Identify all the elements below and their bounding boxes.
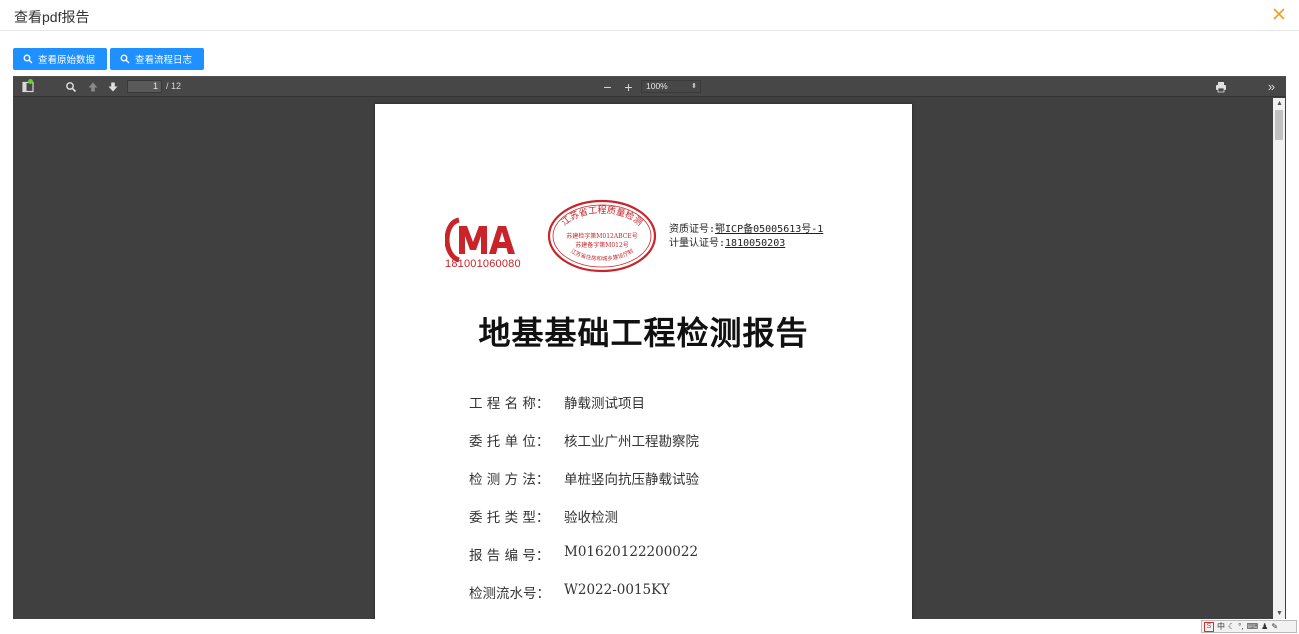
field-row: 报 告 编 号： M01620122200022 [469,544,699,582]
qualification-label: 资质证号: [669,224,716,235]
zoom-value: 100% [646,81,668,91]
field-row: 委 托 单 位： 核工业广州工程勘察院 [469,430,699,468]
scroll-up-icon[interactable]: ▲ [1276,100,1283,107]
pdf-viewer: 1 / 12 − + 100% ⬍ » 181001060080 江苏省工程质量… [13,76,1286,619]
ime-language[interactable]: 中 [1217,621,1225,632]
scroll-down-icon[interactable]: ▼ [1276,610,1283,617]
notification-dot [28,79,33,84]
field-label: 检 测 方 法： [469,472,550,488]
search-icon [120,54,130,64]
field-value: 核工业广州工程勘察院 [564,434,699,450]
page-number-input[interactable]: 1 [127,80,162,93]
report-title: 地基基础工程检测报告 [478,314,809,352]
field-label: 报 告 编 号： [469,548,550,564]
zoom-select[interactable]: 100% ⬍ [641,80,701,93]
report-fields: 工 程 名 称： 静载测试项目 委 托 单 位： 核工业广州工程勘察院 检 测 方 … [469,392,699,619]
moon-icon[interactable]: ☾ [1228,622,1235,631]
dialog-header: 查看pdf报告 [0,0,1299,31]
dialog-title: 查看pdf报告 [14,9,90,25]
metrology-label: 计量认证号: [669,238,726,249]
field-value: M01620122200022 [564,544,699,560]
field-value: 单桩竖向抗压静载试验 [564,472,699,488]
inspection-seal: 江苏省工程质量检测 苏建检字第M012ABCE号 苏建备字第M012号 江苏省住… [547,199,657,273]
zoom-out-button[interactable]: − [601,79,614,95]
qualification-info: 资质证号:鄂ICP备05005613号-1 计量认证号:1810050203 [669,223,823,251]
view-flow-log-button[interactable]: 查看流程日志 [110,48,204,70]
next-page-icon[interactable] [106,80,119,93]
user-icon[interactable]: ♟ [1261,622,1268,631]
svg-text:苏建检字第M012ABCE号: 苏建检字第M012ABCE号 [566,232,637,240]
ime-toolbar: S 中 ☾ °, ⌨ ♟ ✎ [1201,620,1297,633]
field-label: 委 托 类 型： [469,510,550,526]
find-icon[interactable] [64,80,77,93]
tools-menu-icon[interactable]: » [1265,79,1278,94]
field-row: 委 托 类 型： 验收检测 [469,506,699,544]
view-raw-data-button[interactable]: 查看原始数据 [13,48,107,70]
scrollbar-thumb[interactable] [1275,110,1283,140]
previous-page-icon[interactable] [86,80,99,93]
field-label: 检测流水号： [469,586,550,602]
cma-number: 181001060080 [445,258,521,270]
metrology-value: 1810050203 [725,238,786,249]
pdf-scroll-area[interactable]: 181001060080 江苏省工程质量检测 苏建检字第M012ABCE号 苏建… [13,98,1286,619]
updown-caret-icon: ⬍ [691,83,697,90]
zoom-in-button[interactable]: + [622,79,635,95]
field-row: 检 测 方 法： 单桩竖向抗压静载试验 [469,468,699,506]
pdf-toolbar: 1 / 12 − + 100% ⬍ » [13,76,1286,97]
page-count: / 12 [166,81,182,91]
keyboard-icon[interactable]: ⌨ [1247,622,1259,631]
field-label: 委 托 单 位： [469,434,550,450]
view-raw-data-label: 查看原始数据 [38,55,96,66]
field-label: 工 程 名 称： [469,396,550,412]
print-icon[interactable] [1214,80,1227,93]
punctuation-icon[interactable]: °, [1238,622,1243,631]
view-flow-log-label: 查看流程日志 [135,55,193,66]
field-row: 工 程 名 称： 静载测试项目 [469,392,699,430]
ime-logo-icon[interactable]: S [1204,621,1214,632]
svg-text:苏建备字第M012号: 苏建备字第M012号 [575,241,629,249]
close-icon[interactable] [1271,6,1287,22]
field-row: 检测流水号： W2022-0015KY [469,582,699,619]
vertical-scrollbar[interactable]: ▲ ▼ [1273,98,1285,619]
wrench-icon[interactable]: ✎ [1271,622,1278,631]
pdf-page: 181001060080 江苏省工程质量检测 苏建检字第M012ABCE号 苏建… [375,104,912,619]
field-value: W2022-0015KY [564,582,670,598]
search-icon [23,54,33,64]
field-value: 静载测试项目 [564,396,645,412]
field-value: 验收检测 [564,510,618,526]
qualification-value: 鄂ICP备05005613号-1 [715,224,824,235]
